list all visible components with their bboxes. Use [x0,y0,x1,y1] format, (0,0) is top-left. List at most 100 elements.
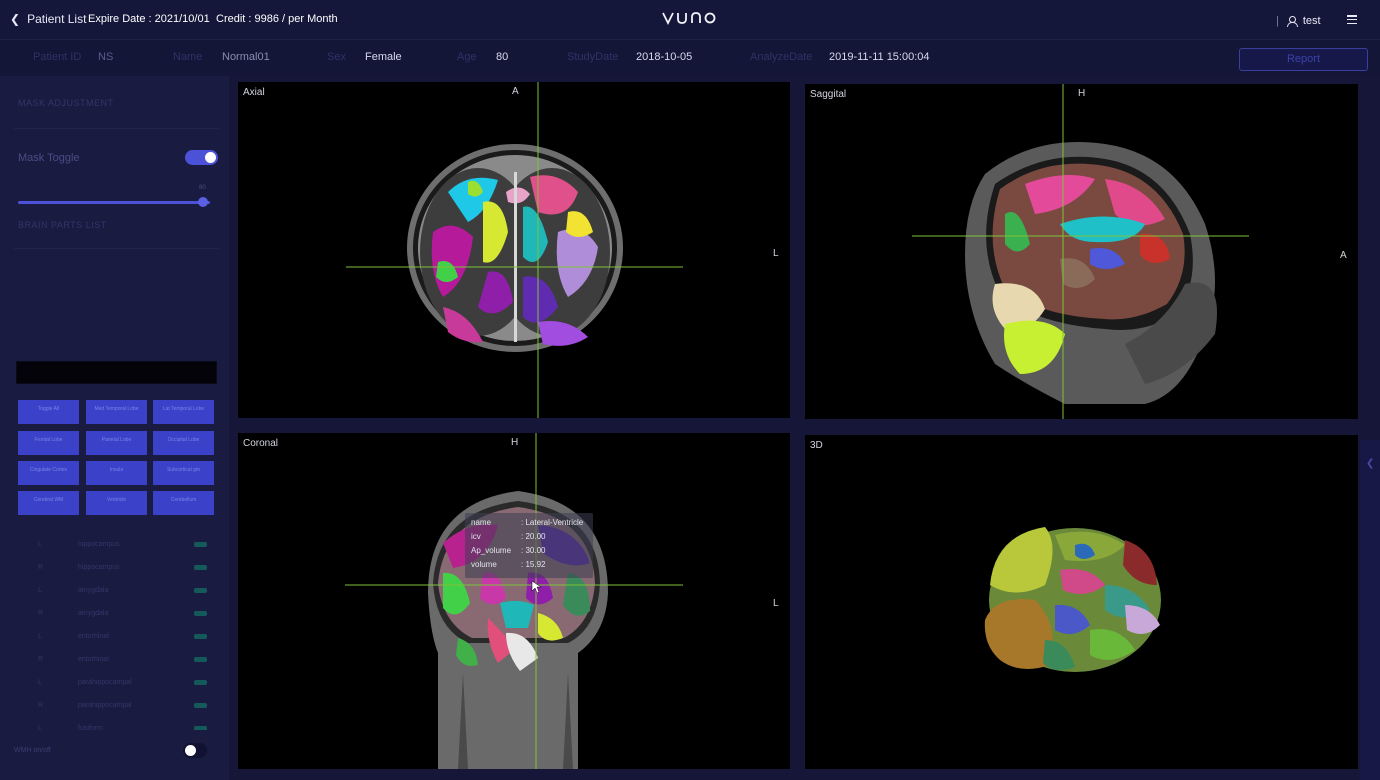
tooltip-value: : Lateral-Ventricle [521,518,584,527]
visibility-badge[interactable] [194,726,207,730]
tooltip-value: : 30.00 [521,546,546,555]
coronal-scan-image [345,433,683,769]
opacity-slider-handle[interactable] [198,197,208,207]
cerebellum-button[interactable]: Cerebellum [153,491,214,515]
coronal-title: Coronal [243,438,279,449]
tooltip-key: icv [471,532,481,541]
age-value: 80 [496,51,509,63]
visibility-badge[interactable] [194,565,207,570]
med-temporal-button[interactable]: Med Temporal Lobe [86,400,147,424]
cerebral-wm-button[interactable]: Cerebral WM [18,491,79,515]
list-item[interactable]: Lhippocampus [18,534,214,557]
separator: | [1276,15,1279,27]
list-item[interactable]: Lamygdala [18,580,214,603]
user-icon [1286,16,1298,27]
menu-icon[interactable] [1347,15,1357,25]
coronal-viewport[interactable]: Coronal H L [238,433,790,769]
sagittal-title: Saggital [810,89,847,100]
3d-title: 3D [810,440,823,451]
tooltip-value: : 15.92 [521,560,546,569]
visibility-badge[interactable] [194,657,207,662]
credit-info: Credit : 9986 / per Month [216,13,338,25]
list-item[interactable]: Ramygdala [18,603,214,626]
frontal-lobe-button[interactable]: Frontal Lobe [18,431,79,455]
sagittal-scan-image [912,84,1249,419]
coronal-orientation-right: L [773,598,779,609]
tooltip-key: volume [471,560,497,569]
opacity-slider[interactable] [18,201,210,204]
list-item[interactable]: Lfusiform [18,718,214,730]
sidebar: MASK ADJUSTMENT Mask Toggle 80 BRAIN PAR… [0,76,229,780]
axial-scan-image [346,82,683,418]
visibility-badge[interactable] [194,611,207,616]
region-search-input[interactable] [16,361,217,384]
age-label: Age [457,51,477,63]
sagittal-orientation-top: H [1078,88,1086,99]
study-date-value: 2018-10-05 [636,51,693,63]
back-to-patient-list[interactable]: ❮ Patient List [10,12,86,26]
brain-parts-title: BRAIN PARTS LIST [18,220,107,230]
axial-title: Axial [243,87,265,98]
visibility-badge[interactable] [194,542,207,547]
lat-temporal-button[interactable]: Lat Temporal Lobe [153,400,214,424]
expire-date: Expire Date : 2021/10/01 [88,13,210,25]
wmh-toggle-label: WMH on/off [14,747,51,754]
toggle-all-button[interactable]: Toggle All [18,400,79,424]
3d-brain-render [984,527,1161,672]
vuno-logo-mark [662,12,716,26]
patient-id-label: Patient ID [33,51,82,63]
axial-orientation-top: A [512,86,519,97]
axial-orientation-right: L [773,248,779,259]
coronal-orientation-top: H [511,437,519,448]
visibility-badge[interactable] [194,634,207,639]
visibility-badge[interactable] [194,588,207,593]
3d-viewport[interactable]: 3D [805,435,1358,769]
app-window: ❮ Patient List Expire Date : 2021/10/01 … [0,0,1380,780]
patient-id-value: NS [98,51,114,63]
divider [14,248,219,249]
report-button[interactable]: Report [1239,48,1368,71]
right-panel-tab[interactable]: ❮ [1360,440,1380,780]
cingulate-cortex-button[interactable]: Cingulate Cortex [18,461,79,485]
list-item[interactable]: Rparahippocampal [18,695,214,718]
list-item[interactable]: Lentorhinal [18,626,214,649]
tooltip-key: Ap_volume [471,546,512,555]
chevron-left-icon[interactable]: ❮ [1366,458,1374,469]
insula-button[interactable]: Insula [86,461,147,485]
list-item[interactable]: Rhippocampus [18,557,214,580]
patient-info-bar: Patient ID NS Name Normal01 Sex Female A… [0,40,1380,76]
top-bar: ❮ Patient List Expire Date : 2021/10/01 … [0,0,1380,40]
sagittal-viewport[interactable]: Saggital H A [805,84,1358,419]
axial-viewport[interactable]: Axial A L [238,82,790,418]
occipital-lobe-button[interactable]: Occipital Lobe [153,431,214,455]
analyze-date-label: AnalyzeDate [750,51,813,63]
opacity-slider-value: 80 [199,185,206,191]
study-date-label: StudyDate [567,51,619,63]
user-menu[interactable]: | test [1276,15,1321,27]
subcortical-gm-button[interactable]: Subcortical gm [153,461,214,485]
ventricle-button[interactable]: Ventricle [86,491,147,515]
region-tooltip: name : Lateral-Ventricle icv : 20.00 Ap_vo… [465,513,593,578]
tooltip-key: name [471,518,492,527]
mask-toggle-label: Mask Toggle [18,152,80,164]
name-label: Name [173,51,203,63]
name-value: Normal01 [222,51,270,63]
divider [14,128,219,129]
parietal-lobe-button[interactable]: Parietal Lobe [86,431,147,455]
mask-adjustment-title: MASK ADJUSTMENT [18,98,114,108]
sex-label: Sex [327,51,346,63]
analyze-date-value: 2019-11-11 15:00:04 [829,51,930,63]
tooltip-value: : 20.00 [521,532,546,541]
chevron-left-icon: ❮ [10,12,21,26]
user-name: test [1302,15,1321,27]
wmh-toggle-switch[interactable] [183,743,207,758]
mask-toggle-switch[interactable] [185,150,218,165]
list-item[interactable]: Rentorhinal [18,649,214,672]
sex-value: Female [365,51,402,63]
back-label: Patient List [27,12,87,26]
sagittal-orientation-right: A [1340,250,1347,261]
list-item[interactable]: Lparahippocampal [18,672,214,695]
vuno-logo [662,10,718,31]
visibility-badge[interactable] [194,680,207,685]
visibility-badge[interactable] [194,703,207,708]
